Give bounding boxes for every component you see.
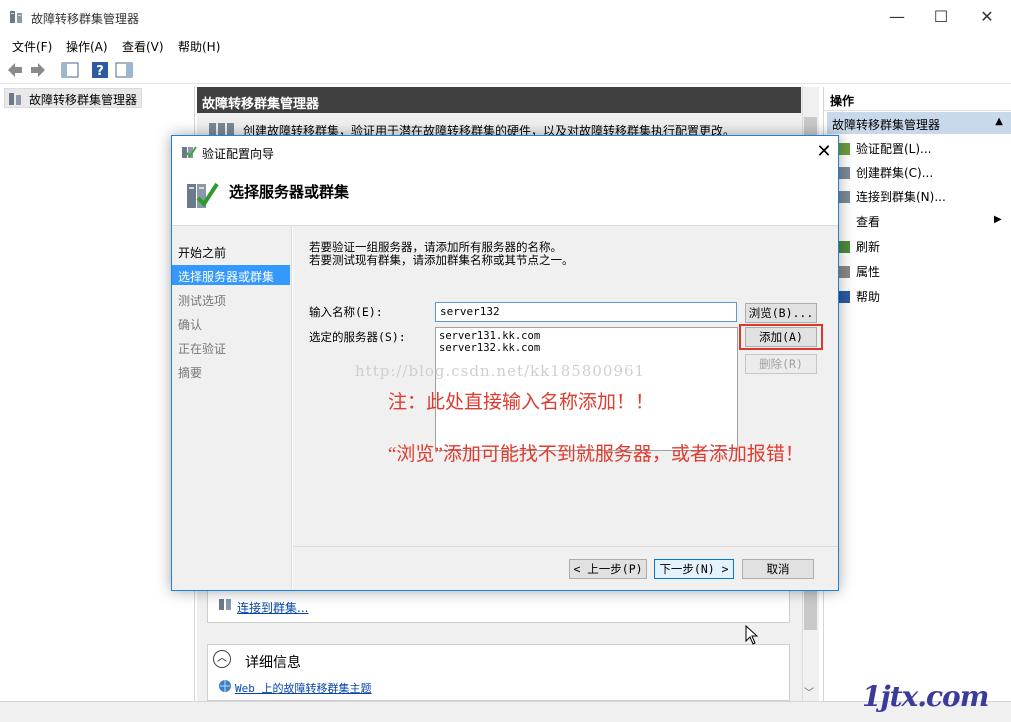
close-button[interactable]: ✕ (964, 0, 1010, 34)
menu-view[interactable]: 查看(V) (122, 38, 164, 55)
wizard-icon (182, 146, 197, 158)
scroll-down-arrow-icon[interactable]: ﹀ (804, 684, 814, 699)
dialog-close-button[interactable]: ✕ (812, 140, 836, 164)
action-view[interactable]: 查看 (856, 213, 880, 230)
create-cluster-icon (838, 167, 850, 179)
cancel-button[interactable]: 取消 (742, 559, 814, 579)
browse-button[interactable]: 浏览(B)... (745, 303, 817, 323)
menu-action[interactable]: 操作(A) (66, 38, 108, 55)
forward-arrow-icon[interactable] (28, 60, 48, 80)
description-line-2: 若要测试现有群集，请添加群集名称或其节点之一。 (309, 253, 574, 267)
list-item[interactable]: server131.kk.com (439, 330, 734, 342)
tree-node-label: 故障转移群集管理器 (29, 93, 138, 107)
mouse-cursor-icon (745, 625, 759, 645)
menu-bar: 文件(F) 操作(A) 查看(V) 帮助(H) (0, 34, 1011, 56)
watermark-text: http://blog.csdn.net/kk185800961 (355, 362, 646, 380)
window-title: 故障转移群集管理器 (31, 12, 140, 26)
help-icon[interactable]: ? (90, 60, 110, 80)
toolbar: ? (0, 57, 1011, 84)
svg-text:?: ? (96, 64, 104, 79)
site-logo: 1jtx.com (862, 680, 989, 713)
step-test-options: 测试选项 (178, 294, 227, 308)
validate-icon (838, 143, 850, 155)
center-header: 故障转移群集管理器 (197, 87, 801, 113)
actions-pane: 操作 故障转移群集管理器 ▲ 验证配置(L)... 创建群集(C)... 连接到… (823, 87, 1011, 701)
action-validate[interactable]: 验证配置(L)... (856, 140, 932, 157)
minimize-button[interactable]: — (874, 0, 920, 34)
connect-cluster-icon (219, 599, 231, 610)
properties-icon (838, 266, 850, 278)
step-validating: 正在验证 (178, 342, 227, 356)
help-icon (838, 291, 850, 303)
actions-group-label: 故障转移群集管理器 (832, 118, 941, 132)
show-hide-tree-icon[interactable] (60, 60, 80, 80)
action-connect[interactable]: 连接到群集(N)... (856, 188, 946, 205)
wizard-steps: 开始之前 选择服务器或群集 测试选项 确认 正在验证 摘要 (172, 226, 292, 590)
submenu-arrow-icon: ▶ (994, 214, 1002, 225)
connect-icon (838, 191, 850, 203)
collapse-icon[interactable]: ︿ (213, 650, 231, 668)
next-button[interactable]: 下一步(N) > (654, 559, 734, 579)
refresh-icon (838, 241, 850, 253)
previous-button[interactable]: < 上一步(P) (569, 559, 647, 579)
remove-button: 删除(R) (745, 354, 817, 374)
web-globe-icon (219, 680, 231, 692)
back-arrow-icon[interactable] (5, 60, 25, 80)
actions-header: 操作 (824, 87, 1011, 111)
maximize-button[interactable]: ☐ (918, 0, 964, 34)
list-item[interactable]: server132.kk.com (439, 342, 734, 354)
selected-servers-label: 选定的服务器(S): (309, 330, 406, 344)
dialog-title: 验证配置向导 (202, 147, 275, 161)
show-hide-action-pane-icon[interactable] (114, 60, 134, 80)
step-before-you-begin[interactable]: 开始之前 (172, 241, 290, 261)
annotation-note-1: 注：此处直接输入名称添加！！ (388, 392, 655, 413)
step-summary: 摘要 (178, 366, 203, 380)
wizard-heading: 选择服务器或群集 (229, 183, 350, 201)
step-confirmation: 确认 (178, 318, 203, 332)
navigation-tree: 故障转移群集管理器 (0, 86, 195, 701)
add-button[interactable]: 添加(A) (745, 327, 817, 347)
cluster-manager-icon (10, 11, 22, 23)
action-help[interactable]: 帮助 (856, 288, 880, 305)
step-select-servers[interactable]: 选择服务器或群集 (172, 265, 290, 285)
cluster-manager-icon (9, 93, 21, 105)
action-create-cluster[interactable]: 创建群集(C)... (856, 164, 933, 181)
action-refresh[interactable]: 刷新 (856, 238, 880, 255)
validate-wizard-icon (187, 182, 219, 208)
connect-to-cluster-link[interactable]: 连接到群集... (237, 599, 308, 616)
details-label: 详细信息 (245, 655, 301, 671)
status-bar (0, 701, 1011, 722)
menu-file[interactable]: 文件(F) (12, 38, 52, 55)
annotation-note-2: “浏览”添加可能找不到就服务器，或者添加报错！ (388, 444, 804, 465)
title-bar: 故障转移群集管理器 — ☐ ✕ (0, 0, 1011, 34)
tree-node-root[interactable]: 故障转移群集管理器 (4, 88, 143, 108)
server-name-input[interactable]: server132 (435, 302, 737, 322)
action-properties[interactable]: 属性 (856, 263, 880, 280)
collapse-caret-icon[interactable]: ▲ (995, 116, 1003, 127)
enter-name-label: 输入名称(E): (309, 305, 383, 319)
menu-help[interactable]: 帮助(H) (178, 38, 220, 55)
web-topics-link[interactable]: Web 上的故障转移群集主题 (235, 680, 372, 696)
actions-group-header[interactable]: 故障转移群集管理器 ▲ (827, 112, 1011, 134)
